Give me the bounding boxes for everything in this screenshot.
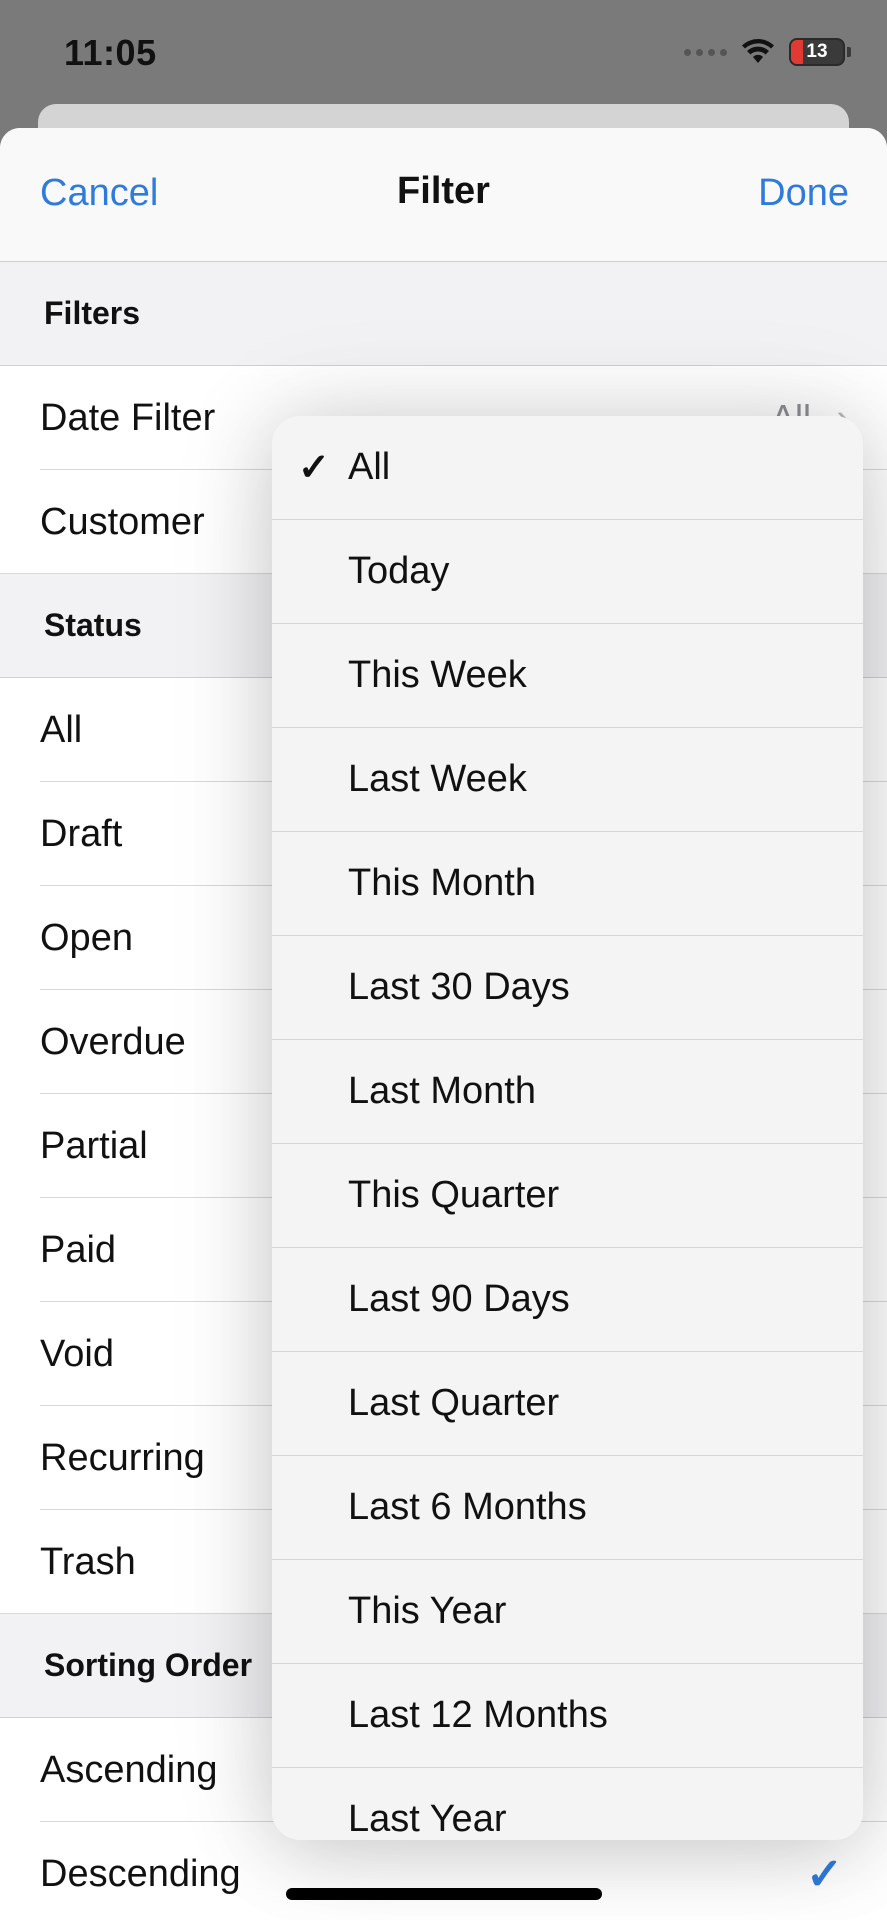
menu-option-label: This Year	[348, 1590, 507, 1632]
date-filter-label: Date Filter	[40, 396, 216, 439]
status-label: Trash	[40, 1540, 136, 1583]
date-filter-menu: ✓ All Today This Week Last Week This Mont…	[272, 416, 863, 1840]
menu-option-label: Last Month	[348, 1070, 536, 1112]
status-bar: 11:05 13	[0, 0, 887, 110]
menu-option-this-week[interactable]: This Week	[272, 624, 863, 728]
menu-option-today[interactable]: Today	[272, 520, 863, 624]
status-label: Partial	[40, 1124, 148, 1167]
done-button[interactable]: Done	[758, 172, 849, 215]
battery-level: 13	[806, 41, 828, 62]
menu-option-last-30-days[interactable]: Last 30 Days	[272, 936, 863, 1040]
menu-option-label: Last Year	[348, 1798, 507, 1840]
menu-option-this-quarter[interactable]: This Quarter	[272, 1144, 863, 1248]
checkmark-icon: ✓	[806, 1849, 843, 1899]
menu-option-label: This Quarter	[348, 1174, 560, 1216]
checkmark-icon: ✓	[298, 447, 330, 489]
menu-option-this-year[interactable]: This Year	[272, 1560, 863, 1664]
menu-option-last-quarter[interactable]: Last Quarter	[272, 1352, 863, 1456]
menu-option-all[interactable]: ✓ All	[272, 416, 863, 520]
status-label: Paid	[40, 1228, 117, 1271]
status-label: Overdue	[40, 1020, 186, 1063]
cellular-signal-icon	[684, 48, 727, 56]
menu-option-label: Last 12 Months	[348, 1694, 608, 1736]
status-label: Void	[40, 1332, 114, 1375]
menu-option-label: Last Week	[348, 758, 527, 800]
section-header-filters: Filters	[0, 262, 887, 366]
status-label: Draft	[40, 812, 123, 855]
status-label: Recurring	[40, 1436, 205, 1479]
menu-option-last-90-days[interactable]: Last 90 Days	[272, 1248, 863, 1352]
menu-option-label: Last 30 Days	[348, 966, 570, 1008]
menu-option-label: Last Quarter	[348, 1382, 560, 1424]
navigation-bar: Cancel Filter Done	[0, 128, 887, 262]
sorting-label: Ascending	[40, 1748, 218, 1791]
menu-option-label: Last 6 Months	[348, 1486, 587, 1528]
menu-option-label: This Week	[348, 654, 527, 696]
status-label: Open	[40, 916, 133, 959]
menu-option-last-year[interactable]: Last Year	[272, 1768, 863, 1840]
menu-option-label: All	[348, 446, 391, 488]
status-time: 11:05	[64, 32, 157, 73]
page-title: Filter	[397, 170, 490, 212]
menu-option-label: Last 90 Days	[348, 1278, 570, 1320]
menu-option-last-month[interactable]: Last Month	[272, 1040, 863, 1144]
battery-icon: 13	[789, 38, 845, 66]
wifi-icon	[742, 39, 774, 63]
status-indicators: 13	[684, 38, 851, 66]
status-label: All	[40, 708, 83, 751]
menu-option-last-week[interactable]: Last Week	[272, 728, 863, 832]
menu-option-label: This Month	[348, 862, 536, 904]
sorting-label: Descending	[40, 1852, 241, 1895]
menu-option-label: Today	[348, 550, 450, 592]
menu-option-this-month[interactable]: This Month	[272, 832, 863, 936]
menu-option-last-6-months[interactable]: Last 6 Months	[272, 1456, 863, 1560]
menu-option-last-12-months[interactable]: Last 12 Months	[272, 1664, 863, 1768]
customer-label: Customer	[40, 500, 205, 543]
home-indicator[interactable]	[286, 1888, 602, 1900]
